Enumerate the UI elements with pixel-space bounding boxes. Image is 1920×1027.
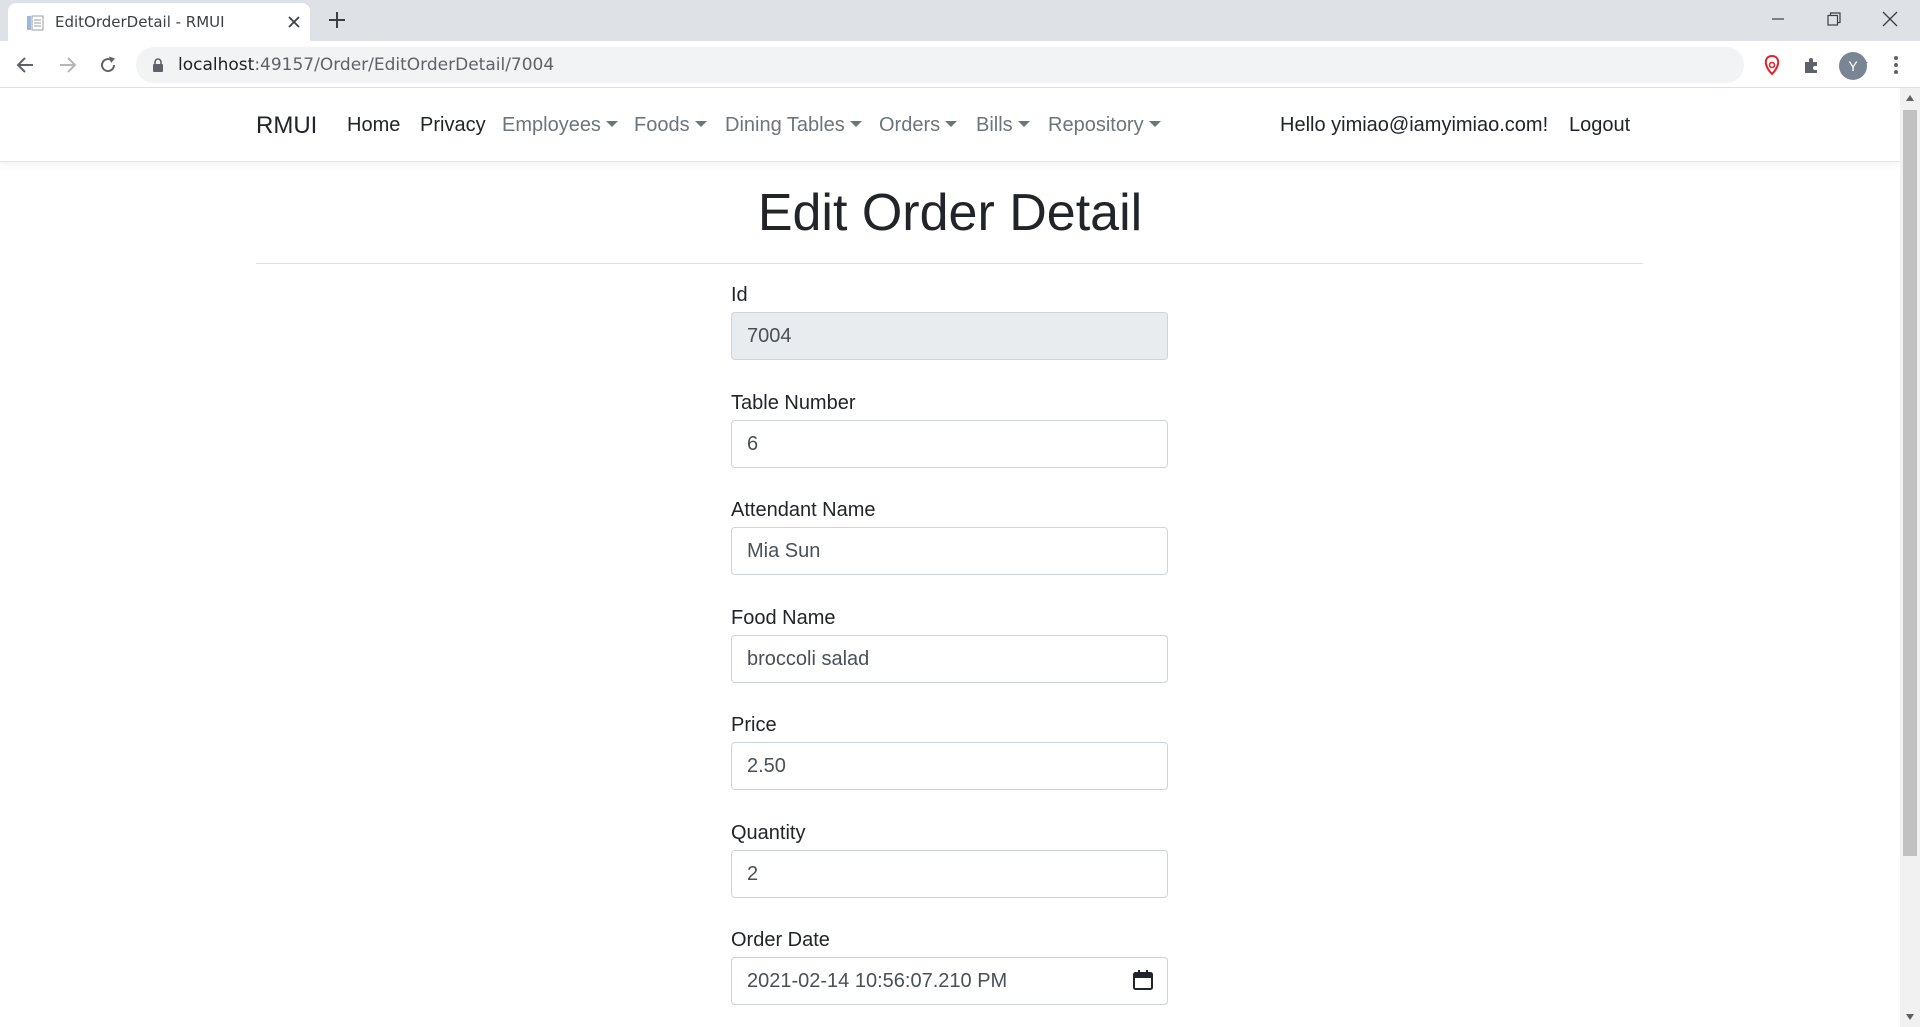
- food-name-label: Food Name: [731, 607, 836, 629]
- id-label: Id: [731, 284, 748, 306]
- price-label: Price: [731, 714, 777, 736]
- restore-icon: [1827, 12, 1841, 26]
- tab-title: EditOrderDetail - RMUI: [55, 13, 225, 31]
- nav-home[interactable]: Home: [347, 114, 400, 137]
- browser-tab-strip: EditOrderDetail - RMUI: [0, 0, 1920, 41]
- site-navbar: RMUI Home Privacy Employees Foods Dining…: [0, 88, 1900, 162]
- food-name-input[interactable]: [731, 635, 1168, 683]
- extensions-button[interactable]: [1800, 53, 1824, 77]
- caret-down-icon: [1148, 121, 1161, 128]
- profile-avatar[interactable]: Y: [1839, 52, 1867, 80]
- nav-orders-label: Orders: [879, 114, 941, 136]
- puzzle-piece-icon: [1805, 58, 1817, 73]
- forward-button[interactable]: [54, 52, 80, 78]
- order-date-field: [731, 957, 1168, 1005]
- restore-window-button[interactable]: [1806, 0, 1862, 38]
- reload-button[interactable]: [95, 52, 121, 78]
- back-button[interactable]: [13, 52, 39, 78]
- nav-repository-dropdown[interactable]: Repository: [1048, 114, 1161, 137]
- nav-bills-label: Bills: [976, 114, 1013, 136]
- caret-down-icon: [849, 121, 862, 128]
- nav-dining-tables-label: Dining Tables: [725, 114, 845, 136]
- page-viewport: RMUI Home Privacy Employees Foods Dining…: [0, 88, 1920, 1027]
- table-number-input[interactable]: [731, 420, 1168, 468]
- nav-bills-dropdown[interactable]: Bills: [976, 114, 1030, 137]
- browser-tab[interactable]: EditOrderDetail - RMUI: [8, 3, 310, 41]
- caret-down-icon: [1017, 121, 1030, 128]
- url-path: :49157/Order/EditOrderDetail/7004: [254, 55, 555, 75]
- scroll-up-arrow-icon[interactable]: [1905, 93, 1915, 103]
- attendant-name-input[interactable]: [731, 527, 1168, 575]
- nav-privacy[interactable]: Privacy: [420, 114, 486, 137]
- close-window-icon: [1882, 11, 1898, 27]
- minimize-icon: [1772, 18, 1784, 20]
- attendant-name-label: Attendant Name: [731, 499, 876, 521]
- close-window-button[interactable]: [1862, 0, 1918, 38]
- nav-repository-label: Repository: [1048, 114, 1144, 136]
- nav-foods-label: Foods: [634, 114, 690, 136]
- scrollbar-thumb[interactable]: [1903, 110, 1917, 856]
- extension-shield-icon: [1764, 55, 1780, 75]
- close-tab-icon[interactable]: [284, 12, 304, 32]
- new-tab-icon[interactable]: [324, 7, 350, 33]
- back-arrow-icon: [16, 57, 33, 73]
- price-input[interactable]: [731, 742, 1168, 790]
- more-vertical-icon: [1894, 56, 1898, 74]
- address-bar[interactable]: localhost:49157/Order/EditOrderDetail/70…: [136, 47, 1868, 83]
- quantity-label: Quantity: [731, 822, 806, 844]
- url-host: localhost: [178, 55, 255, 75]
- brand-link[interactable]: RMUI: [256, 112, 317, 140]
- lock-icon[interactable]: [151, 57, 165, 73]
- nav-employees-dropdown[interactable]: Employees: [502, 114, 618, 137]
- caret-down-icon: [694, 121, 707, 128]
- minimize-window-button[interactable]: [1750, 0, 1806, 38]
- id-input[interactable]: [731, 312, 1168, 360]
- browser-toolbar: localhost:49157/Order/EditOrderDetail/70…: [0, 41, 1920, 88]
- url-text[interactable]: localhost:49157/Order/EditOrderDetail/70…: [178, 55, 554, 75]
- user-greeting[interactable]: Hello yimiao@iamyimiao.com!: [1280, 114, 1548, 137]
- caret-down-icon: [605, 121, 618, 128]
- caret-down-icon: [945, 121, 958, 128]
- table-number-label: Table Number: [731, 392, 856, 414]
- title-divider: [256, 263, 1643, 264]
- page-scrollbar[interactable]: [1900, 88, 1920, 1027]
- logout-link[interactable]: Logout: [1569, 114, 1630, 137]
- scroll-down-arrow-icon[interactable]: [1905, 1012, 1915, 1022]
- nav-foods-dropdown[interactable]: Foods: [634, 114, 707, 137]
- order-date-input[interactable]: [731, 957, 1168, 1005]
- calendar-icon[interactable]: [1132, 969, 1154, 991]
- extension-button-red[interactable]: [1760, 53, 1784, 77]
- nav-dining-tables-dropdown[interactable]: Dining Tables: [725, 114, 862, 137]
- nav-orders-dropdown[interactable]: Orders: [879, 114, 958, 137]
- page-title: Edit Order Detail: [757, 184, 1143, 242]
- reload-icon: [101, 56, 116, 73]
- page-favicon-icon: [27, 15, 44, 31]
- quantity-input[interactable]: [731, 850, 1168, 898]
- order-date-label: Order Date: [731, 929, 830, 951]
- browser-menu-button[interactable]: [1884, 53, 1908, 77]
- nav-employees-label: Employees: [502, 114, 601, 136]
- forward-arrow-icon: [60, 57, 77, 73]
